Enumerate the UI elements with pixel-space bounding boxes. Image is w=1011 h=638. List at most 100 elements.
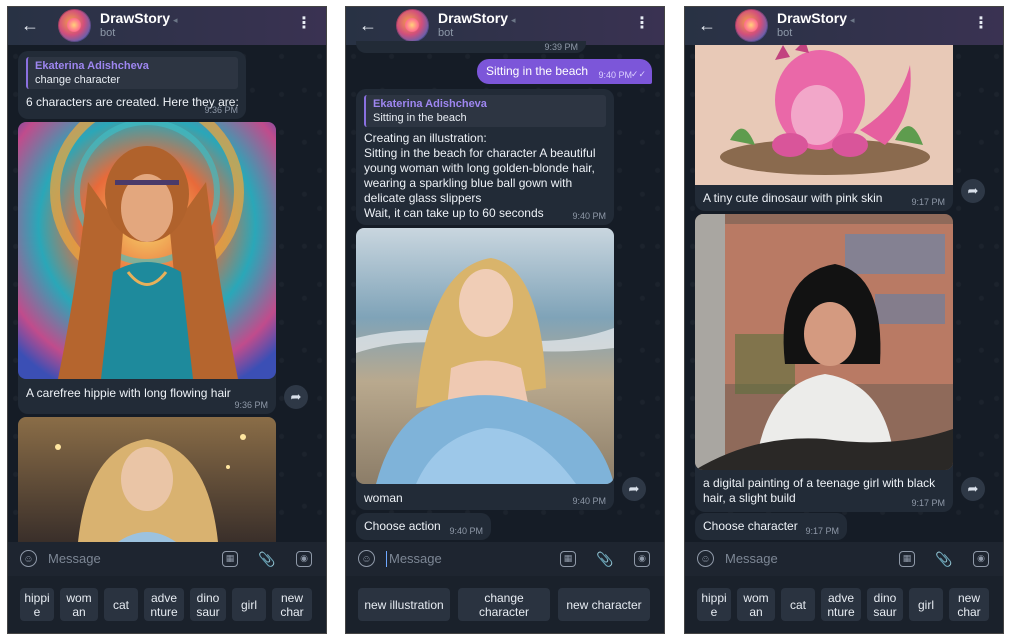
quote-author: Ekaterina Adishcheva	[373, 98, 487, 110]
image-caption: a digital painting of a teenage girl wit…	[703, 476, 936, 490]
keyboard-button-adventure[interactable]: adve nture	[144, 588, 184, 621]
chat-screen-3: ← DrawStory ◂ bot ⋮ A tiny cute dinosaur …	[684, 6, 1004, 634]
mute-icon: ◂	[850, 15, 855, 25]
image-message[interactable]: A tiny cute dinosaur with pink skin 9:17…	[695, 45, 953, 211]
share-icon[interactable]: ➦	[961, 179, 985, 203]
teenage-girl-illustration[interactable]	[695, 214, 953, 470]
message-line: Wait, it can take up to 60 seconds	[364, 206, 544, 220]
more-vertical-icon[interactable]: ⋮	[973, 15, 989, 33]
keyboard-button-hippie[interactable]: hippi e	[697, 588, 731, 621]
image-caption: woman	[364, 491, 403, 505]
back-arrow-icon[interactable]: ←	[697, 15, 717, 35]
message-input-bar: ☺ Message ▦ 📎 ◉	[8, 542, 326, 576]
sticker-icon[interactable]: ▦	[899, 551, 915, 567]
reply-quote[interactable]: Ekaterina Adishcheva Sitting in the beac…	[364, 95, 606, 127]
share-icon[interactable]: ➦	[284, 385, 308, 409]
message-bubble-partial[interactable]: 9:39 PM	[356, 41, 586, 53]
outgoing-message[interactable]: Sitting in the beach 9:40 PM ✓✓	[477, 59, 652, 84]
sticker-icon[interactable]: ▦	[560, 551, 576, 567]
message-time: 9:40 PM	[572, 496, 606, 506]
message-time: 9:17 PM	[911, 197, 945, 207]
keyboard-button-dinosaur[interactable]: dino saur	[867, 588, 903, 621]
message-input[interactable]: Message	[48, 551, 101, 566]
attach-icon[interactable]: 📎	[935, 551, 952, 567]
chat-title-text: DrawStory	[438, 10, 509, 26]
chat-screen-2: ← DrawStory ◂ bot ⋮ 9:39 PM Sitting in th…	[345, 6, 665, 634]
dinosaur-illustration[interactable]	[695, 45, 953, 185]
sticker-icon[interactable]: ▦	[222, 551, 238, 567]
chat-title[interactable]: DrawStory ◂	[777, 10, 855, 26]
woman-illustration[interactable]	[18, 417, 276, 542]
share-icon[interactable]: ➦	[622, 477, 646, 501]
chat-header: ← DrawStory ◂ bot ⋮	[346, 7, 664, 45]
chat-title[interactable]: DrawStory ◂	[438, 10, 516, 26]
reply-quote[interactable]: Ekaterina Adishcheva change character	[26, 57, 238, 89]
bot-avatar[interactable]	[396, 9, 429, 42]
chat-screen-1: ← DrawStory ◂ bot ⋮ Ekaterina Adishcheva …	[7, 6, 327, 634]
bot-avatar[interactable]	[58, 9, 91, 42]
image-message[interactable]: woman 9:40 PM	[356, 228, 614, 510]
image-caption: A tiny cute dinosaur with pink skin	[703, 191, 883, 205]
keyboard-button-cat[interactable]: cat	[781, 588, 815, 621]
image-caption: hair, a slight build	[703, 491, 796, 505]
message-text: Choose character	[703, 519, 798, 533]
mute-icon: ◂	[173, 15, 178, 25]
message-bubble[interactable]: Choose character 9:17 PM	[695, 513, 847, 540]
message-input[interactable]: Message	[725, 551, 778, 566]
message-time: 9:36 PM	[234, 400, 268, 410]
double-check-icon: ✓✓	[630, 69, 646, 79]
chat-title[interactable]: DrawStory ◂	[100, 10, 178, 26]
keyboard-button-girl[interactable]: girl	[232, 588, 266, 621]
more-vertical-icon[interactable]: ⋮	[634, 15, 650, 33]
message-line: Creating an illustration:	[364, 131, 487, 145]
camera-icon[interactable]: ◉	[973, 551, 989, 567]
message-input[interactable]: Message	[389, 551, 442, 566]
image-message[interactable]: a digital painting of a teenage girl wit…	[695, 214, 953, 512]
keyboard-button-new-character[interactable]: new char	[949, 588, 989, 621]
attach-icon[interactable]: 📎	[596, 551, 613, 567]
emoji-icon[interactable]: ☺	[20, 550, 37, 567]
chat-header: ← DrawStory ◂ bot ⋮	[685, 7, 1003, 45]
hippie-illustration[interactable]	[18, 122, 276, 379]
message-line: wearing a sparkling blue ball gown with	[364, 176, 573, 190]
keyboard-button-change-character[interactable]: change character	[458, 588, 550, 621]
emoji-icon[interactable]: ☺	[697, 550, 714, 567]
text-cursor	[386, 551, 387, 567]
keyboard-button-woman[interactable]: wom an	[60, 588, 98, 621]
message-text: Sitting in the beach	[486, 64, 589, 78]
keyboard-button-woman[interactable]: wom an	[737, 588, 775, 621]
keyboard-button-new-illustration[interactable]: new illustration	[358, 588, 450, 621]
quote-text: change character	[35, 74, 120, 86]
keyboard-button-cat[interactable]: cat	[104, 588, 138, 621]
message-line: young woman with long golden-blonde hair…	[364, 161, 595, 175]
image-message[interactable]: A carefree hippie with long flowing hair…	[18, 122, 276, 414]
camera-icon[interactable]: ◉	[296, 551, 312, 567]
emoji-icon[interactable]: ☺	[358, 550, 375, 567]
keyboard-button-girl[interactable]: girl	[909, 588, 943, 621]
camera-icon[interactable]: ◉	[634, 551, 650, 567]
woman-beach-illustration[interactable]	[356, 228, 614, 484]
image-caption: A carefree hippie with long flowing hair	[26, 386, 231, 400]
keyboard-button-new-character[interactable]: new char	[272, 588, 312, 621]
share-icon[interactable]: ➦	[961, 477, 985, 501]
message-time: 9:40 PM	[598, 70, 632, 80]
back-arrow-icon[interactable]: ←	[358, 15, 378, 35]
more-vertical-icon[interactable]: ⋮	[296, 15, 312, 33]
message-bubble[interactable]: Choose action 9:40 PM	[356, 513, 491, 540]
chat-header: ← DrawStory ◂ bot ⋮	[8, 7, 326, 45]
keyboard-button-new-character[interactable]: new character	[558, 588, 650, 621]
bot-keyboard: new illustration change character new cha…	[346, 576, 664, 633]
message-time: 9:36 PM	[204, 105, 238, 115]
message-time: 9:17 PM	[911, 498, 945, 508]
keyboard-button-hippie[interactable]: hippi e	[20, 588, 54, 621]
keyboard-button-adventure[interactable]: adve nture	[821, 588, 861, 621]
message-bubble[interactable]: Ekaterina Adishcheva change character 6 …	[18, 51, 246, 119]
attach-icon[interactable]: 📎	[258, 551, 275, 567]
message-time: 9:39 PM	[544, 42, 578, 52]
keyboard-button-dinosaur[interactable]: dino saur	[190, 588, 226, 621]
message-bubble[interactable]: Ekaterina Adishcheva Sitting in the beac…	[356, 89, 614, 225]
back-arrow-icon[interactable]: ←	[20, 15, 40, 35]
message-line: Sitting in the beach for character A bea…	[364, 146, 596, 160]
bot-avatar[interactable]	[735, 9, 768, 42]
message-time: 9:17 PM	[805, 526, 839, 536]
